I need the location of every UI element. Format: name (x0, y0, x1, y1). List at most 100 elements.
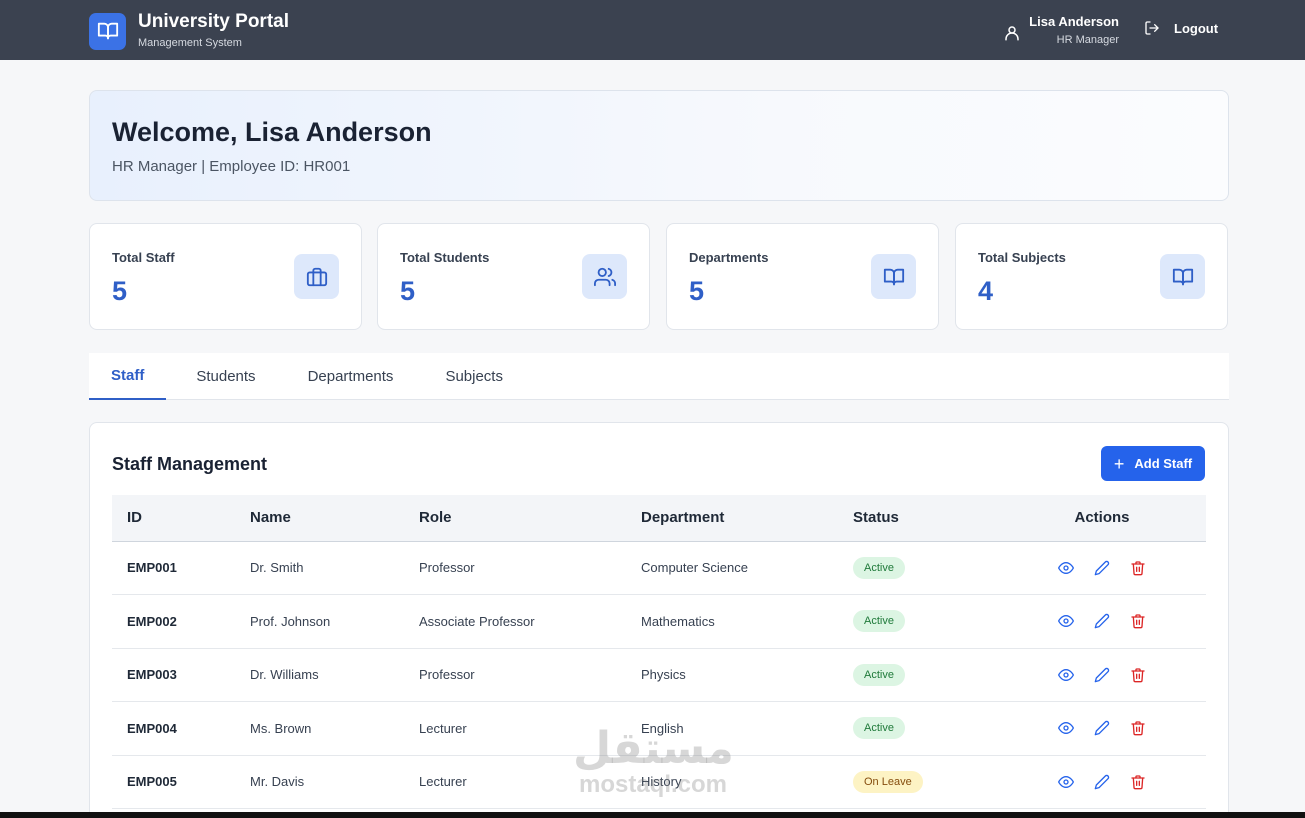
cell-department: Mathematics (641, 613, 715, 629)
logout-icon (1145, 21, 1159, 35)
cell-status: Active (838, 595, 998, 649)
cell-id: EMP002 (127, 613, 177, 629)
users-icon (582, 254, 627, 299)
edit-icon[interactable] (1093, 666, 1111, 684)
edit-icon[interactable] (1093, 559, 1111, 577)
stat-value: 4 (978, 276, 994, 306)
cell-name: Prof. Johnson (250, 613, 331, 629)
table-row[interactable]: EMP001 Dr. Smith Professor Computer Science… (112, 541, 1206, 595)
cell-role: Associate Professor (419, 613, 535, 629)
logout-button[interactable]: Logout (1144, 20, 1218, 36)
stat-value: 5 (689, 276, 705, 306)
cell-name: Mr. Davis (250, 774, 305, 790)
add-staff-button[interactable]: + Add Staff (1101, 446, 1205, 481)
status-badge: Active (853, 610, 905, 633)
cell-department: History (641, 774, 682, 790)
view-icon[interactable] (1057, 666, 1075, 684)
cell-actions (998, 595, 1206, 649)
cell-department: Computer Science (641, 560, 748, 576)
app-subtitle: Management System (138, 37, 242, 49)
status-badge: Active (853, 663, 905, 686)
delete-icon[interactable] (1129, 719, 1147, 737)
tab-departments[interactable]: Departments (286, 353, 416, 399)
user-name: Lisa Anderson (1029, 14, 1119, 29)
tab-students[interactable]: Students (174, 353, 277, 399)
column-header-status: Status (853, 509, 899, 527)
cell-status: Active (838, 541, 998, 595)
delete-icon[interactable] (1129, 666, 1147, 684)
briefcase-icon (294, 254, 339, 299)
edit-icon[interactable] (1093, 773, 1111, 791)
view-icon[interactable] (1057, 559, 1075, 577)
status-badge: On Leave (853, 770, 923, 793)
top-navbar: University Portal Management System Lisa… (0, 0, 1305, 60)
cell-actions (998, 648, 1206, 702)
cell-actions (998, 755, 1206, 809)
delete-icon[interactable] (1129, 559, 1147, 577)
column-header-id: ID (127, 509, 142, 527)
user-info: Lisa Anderson HR Manager (1003, 14, 1119, 48)
edit-icon[interactable] (1093, 719, 1111, 737)
logout-label: Logout (1174, 20, 1219, 36)
book-open-icon (89, 12, 126, 50)
cell-role: Professor (419, 667, 475, 683)
cell-department: English (641, 720, 684, 736)
welcome-subtitle: HR Manager | Employee ID: HR001 (112, 158, 351, 175)
column-header-role: Role (419, 509, 452, 527)
cell-status: Active (838, 648, 998, 702)
cell-id: EMP001 (127, 560, 177, 576)
cell-role: Lecturer (419, 774, 467, 790)
cell-name: Dr. Smith (250, 560, 304, 576)
book-open-icon (1160, 254, 1205, 299)
tab-staff[interactable]: Staff (89, 353, 167, 400)
stat-card-departments: Departments 5 (666, 223, 939, 330)
cell-role: Professor (419, 560, 475, 576)
delete-icon[interactable] (1129, 612, 1147, 630)
cell-id: EMP005 (127, 774, 177, 790)
user-icon (1003, 24, 1021, 42)
column-header-department: Department (641, 509, 725, 527)
edit-icon[interactable] (1093, 612, 1111, 630)
staff-management-panel: Staff Management + Add Staff ID Name Rol… (89, 422, 1229, 818)
welcome-title: Welcome, Lisa Anderson (112, 117, 432, 147)
cell-role: Lecturer (419, 720, 467, 736)
status-badge: Active (853, 717, 905, 740)
stat-label: Departments (689, 250, 769, 265)
stat-label: Total Students (400, 250, 490, 265)
cell-actions (998, 702, 1206, 756)
stat-card-total-subjects: Total Subjects 4 (955, 223, 1228, 330)
cell-name: Dr. Williams (250, 667, 319, 683)
table-row[interactable]: EMP004 Ms. Brown Lecturer English Active (112, 702, 1206, 756)
cell-id: EMP003 (127, 667, 177, 683)
user-role: HR Manager (1056, 34, 1119, 46)
stat-label: Total Subjects (978, 250, 1066, 265)
table-header-row: ID Name Role Department Status Actions (112, 495, 1206, 541)
stat-card-total-students: Total Students 5 (377, 223, 650, 330)
column-header-actions: Actions (1074, 509, 1130, 527)
tab-bar: Staff Students Departments Subjects (89, 353, 1229, 400)
stat-label: Total Staff (112, 250, 175, 265)
table-row[interactable]: EMP003 Dr. Williams Professor Physics Active (112, 648, 1206, 702)
plus-icon: + (1113, 453, 1125, 474)
delete-icon[interactable] (1129, 773, 1147, 791)
stat-value: 5 (112, 276, 128, 306)
app-title: University Portal (138, 11, 289, 32)
stat-card-total-staff: Total Staff 5 (89, 223, 362, 330)
table-row[interactable]: EMP005 Mr. Davis Lecturer History On Leave (112, 755, 1206, 809)
cell-actions (998, 541, 1206, 595)
view-icon[interactable] (1057, 773, 1075, 791)
stat-value: 5 (400, 276, 416, 306)
view-icon[interactable] (1057, 719, 1075, 737)
bottom-edge (0, 812, 1305, 818)
table-row[interactable]: EMP002 Prof. Johnson Associate Professor Ma… (112, 595, 1206, 649)
cell-department: Physics (641, 667, 686, 683)
view-icon[interactable] (1057, 612, 1075, 630)
cell-status: On Leave (838, 755, 998, 809)
status-badge: Active (853, 556, 905, 579)
tab-subjects[interactable]: Subjects (423, 353, 525, 399)
book-open-icon (871, 254, 916, 299)
cell-status: Active (838, 702, 998, 756)
brand[interactable]: University Portal Management System (89, 11, 289, 51)
cell-id: EMP004 (127, 720, 177, 736)
panel-title: Staff Management (112, 454, 268, 474)
